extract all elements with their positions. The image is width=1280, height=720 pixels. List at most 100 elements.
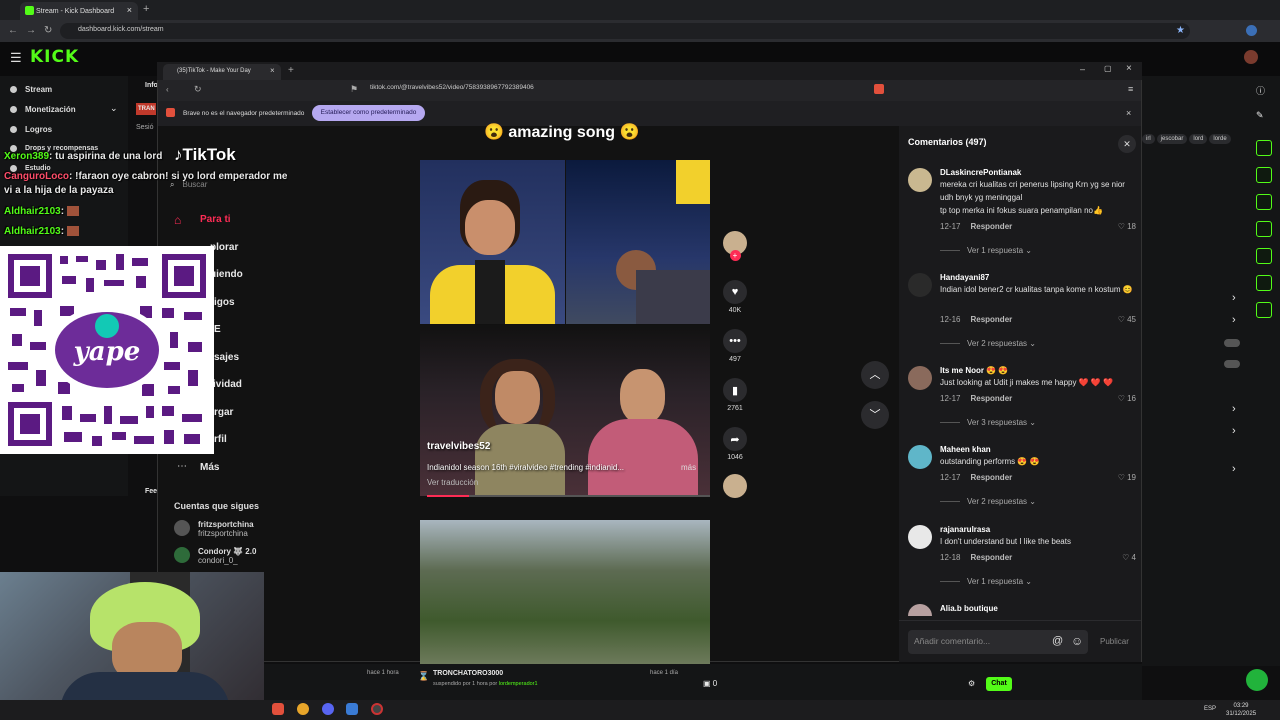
save-action[interactable]: ▮ 2761 [721, 378, 749, 412]
minimize-icon[interactable]: – [1080, 64, 1085, 74]
comment-user[interactable]: Maheen khan [940, 445, 991, 454]
nav-for-you[interactable]: Para ti [200, 214, 231, 225]
next-video-preview[interactable] [420, 520, 710, 664]
maximize-icon[interactable]: ▢ [1104, 64, 1112, 73]
video-frame-judges[interactable] [566, 160, 710, 324]
view-replies[interactable]: Ver 2 respuestas ⌄ [940, 497, 1036, 506]
post-button[interactable]: Publicar [1100, 637, 1129, 646]
sidebar-item-stream[interactable]: Stream [10, 85, 52, 94]
rail-tool-2-icon[interactable] [1256, 167, 1272, 183]
bookmark-icon[interactable]: ⚑ [350, 84, 358, 95]
back-icon[interactable]: ‹ [166, 85, 169, 94]
reply-link[interactable]: Responder [970, 222, 1012, 231]
comment-user[interactable]: rajanarulrasa [940, 525, 990, 534]
brave-shield-icon[interactable] [874, 84, 884, 94]
info-icon[interactable]: ⓘ [1256, 84, 1265, 97]
chevron-right-icon[interactable]: › [1232, 463, 1236, 475]
tiktok-logo[interactable]: ♪TikTok [174, 145, 236, 165]
new-tab-button[interactable]: + [288, 65, 294, 76]
comment-like[interactable]: ♡ 18 [1118, 222, 1136, 231]
app-taskbar-icon[interactable] [346, 703, 358, 715]
tag[interactable]: lorde [1209, 134, 1231, 144]
close-comments-icon[interactable]: ✕ [1118, 135, 1136, 153]
comment-like[interactable]: ♡ 45 [1118, 315, 1136, 324]
comment-like[interactable]: ♡ 4 [1122, 553, 1136, 562]
nav-friends[interactable]: igos [214, 297, 235, 308]
video-frame-singer[interactable] [420, 160, 565, 325]
sound-disc[interactable] [721, 474, 749, 498]
comment-like[interactable]: ♡ 16 [1118, 394, 1136, 403]
sidebar-item-monetizacion[interactable]: Monetización [10, 105, 76, 114]
share-action[interactable]: ➦ 1046 [721, 427, 749, 461]
toggle-switch[interactable] [1224, 360, 1240, 368]
nav-activity[interactable]: ividad [213, 379, 242, 390]
edit-icon[interactable]: ✎ [1256, 110, 1264, 121]
avatar[interactable] [908, 445, 932, 469]
view-replies[interactable]: Ver 3 respuestas ⌄ [940, 418, 1036, 427]
nav-explore[interactable]: plorar [210, 242, 238, 253]
reload-icon[interactable]: ↻ [194, 84, 202, 95]
outer-tab-kick-dashboard[interactable]: Stream - Kick Dashboard × [20, 2, 138, 20]
follow-plus-icon[interactable]: + [729, 250, 741, 261]
avatar[interactable] [908, 366, 932, 390]
next-video-button[interactable]: ﹀ [861, 401, 889, 429]
video-more-link[interactable]: más [681, 463, 696, 472]
rail-tool-7-icon[interactable] [1256, 302, 1272, 318]
video-author[interactable]: travelvibes52 [427, 441, 490, 452]
mention-icon[interactable]: @ [1052, 635, 1063, 647]
new-tab-button[interactable]: + [143, 3, 149, 15]
nav-profile[interactable]: rfil [214, 434, 227, 445]
settings-gear-icon[interactable]: ⚙ [968, 679, 975, 688]
obs-taskbar-icon[interactable] [371, 703, 383, 715]
previous-video-button[interactable]: ︿ [861, 361, 889, 389]
avatar[interactable] [908, 273, 932, 297]
sidebar-item-logros[interactable]: Logros [10, 125, 52, 134]
rail-tool-4-icon[interactable] [1256, 221, 1272, 237]
comment-like[interactable]: ♡ 19 [1118, 473, 1136, 482]
brave-menu-icon[interactable]: ≡ [1128, 84, 1133, 94]
comment-user[interactable]: Handayani87 [940, 273, 989, 282]
avatar[interactable] [908, 168, 932, 192]
tiktok-tab[interactable]: (35)TikTok - Make Your Day [163, 64, 281, 80]
nav-more[interactable]: Más [200, 462, 219, 473]
reply-link[interactable]: Responder [970, 394, 1012, 403]
view-replies[interactable]: Ver 1 respuesta ⌄ [940, 246, 1032, 255]
view-replies[interactable]: Ver 1 respuesta ⌄ [940, 577, 1032, 586]
close-tab-icon[interactable]: × [127, 5, 132, 15]
like-action[interactable]: ♥ 40K [721, 280, 749, 314]
emoji-icon[interactable]: ☺ [1071, 634, 1083, 648]
tiktok-search[interactable]: ⌕ Buscar [170, 180, 330, 196]
comment-user[interactable]: DLaskincrePontianak [940, 168, 1021, 177]
chrome-taskbar-icon[interactable] [297, 703, 309, 715]
brave-taskbar-icon[interactable] [272, 703, 284, 715]
nav-messages[interactable]: sajes [214, 352, 239, 363]
kick-user-avatar[interactable] [1244, 50, 1258, 64]
chevron-right-icon[interactable]: › [1232, 314, 1236, 326]
comment-action[interactable]: ••• 497 [721, 329, 749, 363]
tiktok-url[interactable]: tiktok.com/@travelvibes52/video/75839389… [370, 84, 534, 91]
back-icon[interactable]: ← [8, 25, 18, 36]
chevron-right-icon[interactable]: › [1232, 292, 1236, 304]
nav-upload[interactable]: rgar [214, 407, 233, 418]
reply-link[interactable]: Responder [970, 315, 1012, 324]
forward-icon[interactable]: → [26, 25, 36, 36]
chevron-down-icon[interactable]: ⌄ [110, 103, 118, 114]
avatar[interactable] [908, 604, 932, 616]
chevron-right-icon[interactable]: › [1232, 425, 1236, 437]
rail-tool-3-icon[interactable] [1256, 194, 1272, 210]
video-progress-bar[interactable] [427, 495, 710, 497]
reply-link[interactable]: Responder [970, 473, 1012, 482]
tag[interactable]: jescobar [1156, 134, 1188, 144]
chat-button[interactable]: Chat [986, 677, 1012, 691]
chevron-right-icon[interactable]: › [1232, 403, 1236, 415]
reply-link[interactable]: Responder [970, 553, 1012, 562]
rail-tool-6-icon[interactable] [1256, 275, 1272, 291]
avatar[interactable] [908, 525, 932, 549]
profile-avatar-icon[interactable] [1246, 25, 1257, 36]
nav-following[interactable]: uiendo [210, 269, 243, 280]
tag[interactable]: irl [1142, 134, 1155, 144]
close-tab-icon[interactable]: × [270, 66, 275, 75]
nav-live[interactable]: E [214, 324, 221, 335]
outer-address-bar[interactable]: dashboard.kick.com/stream [60, 23, 1190, 39]
toggle-switch[interactable] [1224, 339, 1240, 347]
